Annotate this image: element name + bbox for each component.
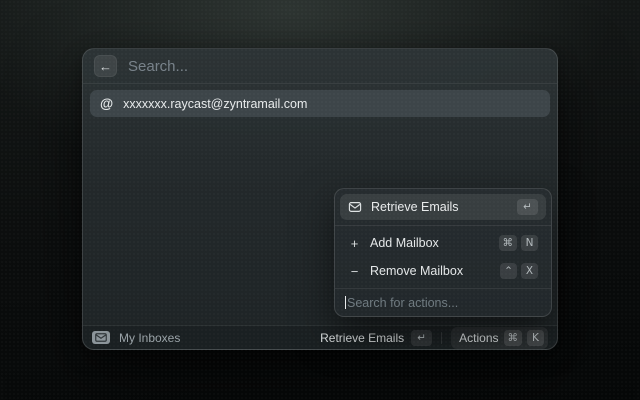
at-sign-icon: @	[100, 96, 113, 111]
actions-search-row	[335, 289, 551, 316]
actions-button[interactable]: Actions ⌘ K	[451, 327, 548, 349]
action-add-mailbox[interactable]: + Add Mailbox ⌘ N	[340, 230, 546, 256]
footer-bar: My Inboxes Retrieve Emails ↵ Actions ⌘ K	[83, 325, 557, 349]
action-label: Retrieve Emails	[371, 200, 508, 214]
cmd-key-hint: ⌘	[499, 235, 518, 251]
return-key-hint: ↵	[411, 330, 432, 346]
action-remove-mailbox[interactable]: − Remove Mailbox ⌃ X	[340, 258, 546, 284]
search-input[interactable]	[128, 58, 546, 75]
search-header: ←	[83, 49, 557, 84]
action-label: Add Mailbox	[370, 236, 490, 250]
actions-button-label: Actions	[459, 331, 498, 345]
divider	[441, 332, 442, 344]
actions-popover: Retrieve Emails ↵ + Add Mailbox ⌘ N − Re…	[334, 188, 552, 317]
ctrl-key-hint: ⌃	[500, 263, 517, 279]
footer-app-label: My Inboxes	[119, 331, 180, 345]
envelope-icon	[348, 200, 362, 214]
raycast-window: ← @ xxxxxxx.raycast@zyntramail.com Retri…	[82, 48, 558, 350]
n-key-hint: N	[521, 235, 538, 251]
text-caret	[345, 296, 346, 309]
mailbox-address: xxxxxxx.raycast@zyntramail.com	[123, 97, 307, 111]
list-item-mailbox[interactable]: @ xxxxxxx.raycast@zyntramail.com	[90, 90, 550, 117]
k-key-hint: K	[527, 330, 544, 346]
cmd-key-hint: ⌘	[504, 330, 523, 346]
x-key-hint: X	[521, 263, 538, 279]
actions-search-input[interactable]	[347, 296, 541, 310]
inbox-app-icon	[92, 331, 110, 344]
action-label: Remove Mailbox	[370, 264, 491, 278]
minus-icon: −	[348, 264, 361, 279]
plus-icon: +	[348, 236, 361, 251]
action-retrieve-emails[interactable]: Retrieve Emails ↵	[340, 194, 546, 220]
return-key-hint: ↵	[517, 199, 538, 215]
back-arrow-icon: ←	[99, 59, 112, 74]
back-button[interactable]: ←	[94, 55, 117, 77]
primary-action-label: Retrieve Emails	[320, 331, 404, 345]
